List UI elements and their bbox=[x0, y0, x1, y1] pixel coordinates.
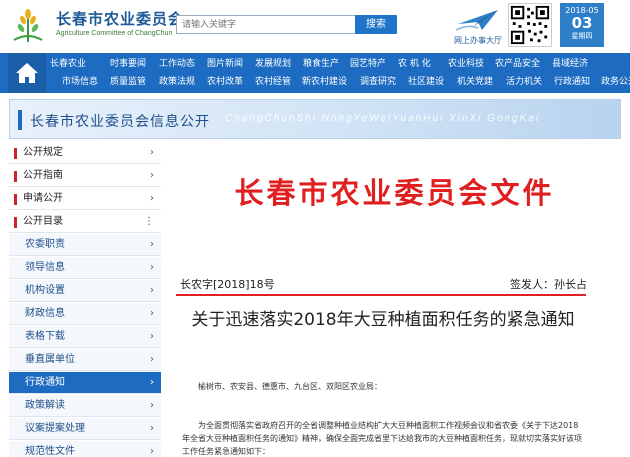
sidebar-subitem[interactable]: 规范性文件 › bbox=[9, 441, 161, 457]
sidebar-subitem[interactable]: 领导信息 › bbox=[9, 257, 161, 279]
sidebar-item-public-rules[interactable]: 公开规定 › bbox=[9, 142, 161, 164]
nav-item[interactable]: 社区建设 bbox=[408, 72, 444, 92]
sidebar-subitem[interactable]: 垂直属单位 › bbox=[9, 349, 161, 371]
sidebar-item-label: 公开目录 bbox=[23, 216, 63, 227]
sidebar-subitem-label: 政策解读 bbox=[25, 400, 65, 411]
nav-item[interactable]: 活力机关 bbox=[506, 72, 542, 92]
nav-item[interactable]: 县域经济 bbox=[552, 54, 588, 74]
sidebar-subitem[interactable]: 表格下载 › bbox=[9, 326, 161, 348]
home-button[interactable] bbox=[8, 53, 46, 93]
nav-item[interactable]: 政策法规 bbox=[159, 72, 195, 92]
main-nav: 长春农业 时事要闻 工作动态 图片新闻 发展规划 粮食生产 园艺特产 农 机 化… bbox=[0, 53, 630, 93]
chevron-right-icon: › bbox=[150, 377, 154, 388]
nav-item[interactable]: 农产品安全 bbox=[495, 54, 540, 74]
sidebar-subitem-label: 农委职责 bbox=[25, 239, 65, 250]
nav-item[interactable]: 图片新闻 bbox=[207, 54, 243, 74]
sidebar-marker bbox=[14, 194, 17, 205]
red-divider bbox=[176, 294, 586, 296]
chevron-right-icon: › bbox=[150, 193, 154, 204]
nav-item[interactable]: 农村改革 bbox=[207, 72, 243, 92]
sidebar-subitem-label: 领导信息 bbox=[25, 262, 65, 273]
nav-item[interactable]: 长春农业 bbox=[50, 54, 86, 74]
sidebar-item-public-guide[interactable]: 公开指南 › bbox=[9, 165, 161, 187]
sidebar-subitem-label: 机构设置 bbox=[25, 285, 65, 296]
chevron-right-icon: › bbox=[150, 285, 154, 296]
chevron-right-icon: › bbox=[150, 262, 154, 273]
chevron-right-icon: › bbox=[150, 446, 154, 457]
document-number: 长农字[2018]18号 bbox=[180, 278, 275, 291]
sidebar-subitem[interactable]: 农委职责 › bbox=[9, 234, 161, 256]
banner-accent-bar bbox=[18, 110, 22, 130]
sidebar-subitem-label: 财政信息 bbox=[25, 308, 65, 319]
banner-title: 长春市农业委员会信息公开 bbox=[30, 114, 210, 130]
nav-item[interactable]: 市场信息 bbox=[62, 72, 98, 92]
sidebar-subitem[interactable]: 议案提案处理 › bbox=[9, 418, 161, 440]
document-addressee: 榆树市、农安县、德惠市、九台区、双阳区农业局： bbox=[198, 382, 382, 391]
chevron-right-icon: › bbox=[150, 239, 154, 250]
online-service-link[interactable]: 网上办事大厅 bbox=[452, 6, 504, 48]
date-weekday: 星期四 bbox=[571, 32, 593, 40]
nav-item[interactable]: 发展规划 bbox=[255, 54, 291, 74]
nav-item[interactable]: 机关党建 bbox=[457, 72, 493, 92]
sidebar-subitem-label: 表格下载 bbox=[25, 331, 65, 342]
chevron-right-icon: › bbox=[150, 354, 154, 365]
online-service-label: 网上办事大厅 bbox=[454, 36, 502, 45]
document-title: 关于迅速落实2018年大豆种植面积任务的紧急通知 bbox=[191, 310, 575, 330]
search-button[interactable]: 搜索 bbox=[355, 15, 397, 34]
chevron-right-icon: › bbox=[150, 308, 154, 319]
date-day: 03 bbox=[571, 14, 593, 32]
chevron-right-icon: › bbox=[150, 400, 154, 411]
sidebar-subitem-active[interactable]: 行政通知 › bbox=[9, 372, 161, 394]
sidebar-subitem-label: 规范性文件 bbox=[25, 446, 75, 457]
nav-item[interactable]: 粮食生产 bbox=[303, 54, 339, 74]
document-signer: 签发人：孙长占 bbox=[510, 278, 587, 291]
sidebar-subitem[interactable]: 机构设置 › bbox=[9, 280, 161, 302]
document-body: 为全面贯彻落实省政府召开的全省调整种植业结构扩大大豆种植面积工作视频会议和省农委… bbox=[182, 421, 582, 456]
sidebar-subitem-label: 行政通知 bbox=[25, 377, 65, 388]
document-red-header: 长春市农业委员会文件 bbox=[234, 176, 555, 210]
sidebar: 公开规定 › 公开指南 › 申请公开 › 公开目录 ⋮ 农委职责 › 领导信息 … bbox=[9, 142, 161, 457]
nav-item[interactable]: 政务公开 bbox=[601, 72, 630, 92]
nav-item[interactable]: 园艺特产 bbox=[350, 54, 386, 74]
nav-item[interactable]: 新农村建设 bbox=[302, 72, 347, 92]
sidebar-item-label: 申请公开 bbox=[23, 193, 63, 204]
sidebar-subitem[interactable]: 财政信息 › bbox=[9, 303, 161, 325]
chevron-right-icon: › bbox=[150, 423, 154, 434]
nav-item[interactable]: 农业科技 bbox=[448, 54, 484, 74]
paper-plane-icon bbox=[455, 10, 498, 31]
chevron-right-icon: › bbox=[150, 331, 154, 342]
nav-item[interactable]: 农 机 化 bbox=[398, 54, 431, 74]
nav-item[interactable]: 行政通知 bbox=[554, 72, 590, 92]
sidebar-subitem-label: 议案提案处理 bbox=[25, 423, 85, 434]
nav-item[interactable]: 时事要闻 bbox=[110, 54, 146, 74]
expanded-icon: ⋮ bbox=[144, 216, 154, 227]
sidebar-item-label: 公开指南 bbox=[23, 170, 63, 181]
nav-item[interactable]: 工作动态 bbox=[159, 54, 195, 74]
document-panel: 长春市农业委员会文件 长农字[2018]18号 签发人：孙长占 关于迅速落实20… bbox=[168, 142, 621, 457]
chevron-right-icon: › bbox=[150, 147, 154, 158]
search-input[interactable] bbox=[176, 15, 356, 34]
qr-code-icon bbox=[508, 3, 552, 47]
site-header: 长春市农业委员会 Agriculture Committee of ChangC… bbox=[0, 0, 630, 50]
info-disclosure-banner: 长春市农业委员会信息公开 ChangChunShi NongYeWeiYuanH… bbox=[9, 99, 621, 139]
nav-item[interactable]: 调查研究 bbox=[360, 72, 396, 92]
nav-item[interactable]: 质量监管 bbox=[110, 72, 146, 92]
sidebar-marker bbox=[14, 217, 17, 228]
sidebar-item-public-catalog[interactable]: 公开目录 ⋮ bbox=[9, 211, 161, 233]
sidebar-item-label: 公开规定 bbox=[23, 147, 63, 158]
sidebar-subitem-label: 垂直属单位 bbox=[25, 354, 75, 365]
home-icon bbox=[16, 63, 38, 83]
site-title[interactable]: 长春市农业委员会 bbox=[56, 8, 184, 29]
banner-english-title: ChangChunShi NongYeWeiYuanHui XinXi Gong… bbox=[225, 113, 541, 124]
sidebar-item-apply-disclosure[interactable]: 申请公开 › bbox=[9, 188, 161, 210]
sidebar-marker bbox=[14, 171, 17, 182]
chevron-right-icon: › bbox=[150, 170, 154, 181]
date-badge: 2018-05 03 星期四 bbox=[560, 3, 604, 47]
nav-item[interactable]: 农村经管 bbox=[255, 72, 291, 92]
wheat-logo-icon[interactable] bbox=[8, 6, 48, 46]
site-subtitle: Agriculture Committee of ChangChun bbox=[56, 30, 173, 37]
sidebar-subitem[interactable]: 政策解读 › bbox=[9, 395, 161, 417]
sidebar-marker bbox=[14, 148, 17, 159]
